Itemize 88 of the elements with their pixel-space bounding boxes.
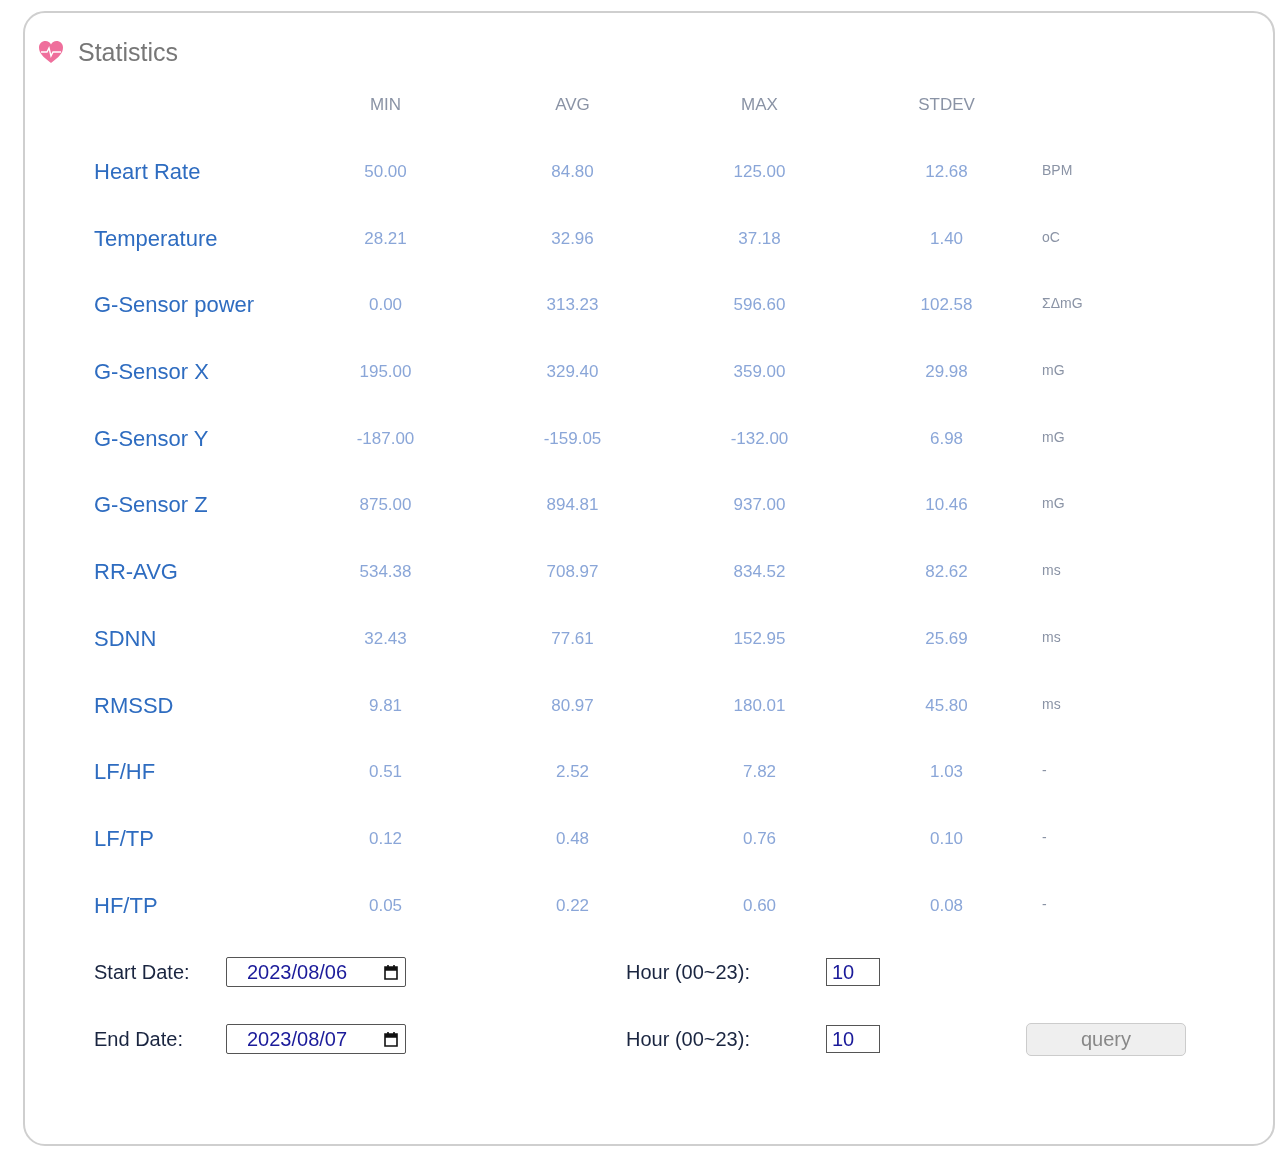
table-cell: 1.03 xyxy=(929,762,964,782)
calendar-icon[interactable] xyxy=(383,1031,399,1048)
table-cell: 28.21 xyxy=(364,228,407,248)
table-cell: 152.95 xyxy=(733,628,786,648)
table-cell: 6.98 xyxy=(929,428,964,448)
column-header: AVG xyxy=(554,95,591,116)
metric-label: LF/HF xyxy=(94,759,156,785)
table-cell: 29.98 xyxy=(925,362,968,382)
table-cell: 359.00 xyxy=(733,362,786,382)
unit-label: ms xyxy=(1042,628,1061,645)
table-cell: 894.81 xyxy=(546,495,599,515)
table-cell: 37.18 xyxy=(738,228,781,248)
table-cell: 596.60 xyxy=(733,295,786,315)
table-cell: 329.40 xyxy=(546,362,599,382)
table-cell: -132.00 xyxy=(730,428,789,448)
date-field[interactable]: 2023/08/06 xyxy=(226,957,406,988)
table-cell: 875.00 xyxy=(359,495,412,515)
unit-label: ΣΔmG xyxy=(1042,295,1083,312)
table-cell: 0.08 xyxy=(929,895,964,915)
unit-label: BPM xyxy=(1042,162,1073,179)
metric-label: RR-AVG xyxy=(94,559,178,585)
unit-label: ms xyxy=(1042,695,1061,712)
table-cell: 80.97 xyxy=(551,695,594,715)
table-cell: 1.40 xyxy=(929,228,964,248)
table-cell: -159.05 xyxy=(543,428,602,448)
table-cell: 125.00 xyxy=(733,162,786,182)
table-cell: 0.22 xyxy=(555,895,590,915)
column-header: MAX xyxy=(740,95,779,116)
metric-label: Heart Rate xyxy=(94,159,201,185)
hour-field[interactable]: 10 xyxy=(826,958,880,987)
table-cell: 7.82 xyxy=(742,762,777,782)
card-title: Statistics xyxy=(78,37,179,67)
unit-label: mG xyxy=(1042,428,1065,445)
metric-label: G-Sensor Z xyxy=(94,492,208,518)
heart-icon xyxy=(38,40,64,64)
table-cell: 0.76 xyxy=(742,828,777,848)
unit-label: oC xyxy=(1042,228,1060,245)
table-cell: 25.69 xyxy=(925,628,968,648)
hour-field[interactable]: 10 xyxy=(826,1025,880,1054)
table-cell: 708.97 xyxy=(546,562,599,582)
table-cell: 0.60 xyxy=(742,895,777,915)
table-cell: 32.96 xyxy=(551,228,594,248)
table-cell: 84.80 xyxy=(551,162,594,182)
unit-label: - xyxy=(1042,895,1047,912)
table-cell: 0.10 xyxy=(929,828,964,848)
table-cell: -187.00 xyxy=(356,428,415,448)
metric-label: G-Sensor Y xyxy=(94,425,209,451)
metric-label: Temperature xyxy=(94,225,218,251)
metric-label: RMSSD xyxy=(94,692,174,718)
table-cell: 0.12 xyxy=(368,828,403,848)
table-cell: 834.52 xyxy=(733,562,786,582)
hour-label: Hour (00~23): xyxy=(626,1027,750,1050)
table-cell: 77.61 xyxy=(551,628,594,648)
table-cell: 45.80 xyxy=(925,695,968,715)
table-cell: 195.00 xyxy=(359,362,412,382)
table-cell: 32.43 xyxy=(364,628,407,648)
unit-label: mG xyxy=(1042,495,1065,512)
table-cell: 937.00 xyxy=(733,495,786,515)
calendar-icon[interactable] xyxy=(383,964,399,981)
unit-label: - xyxy=(1042,762,1047,779)
table-cell: 180.01 xyxy=(733,695,786,715)
table-cell: 0.51 xyxy=(368,762,403,782)
table-cell: 12.68 xyxy=(925,162,968,182)
metric-label: G-Sensor power xyxy=(94,292,255,318)
table-cell: 10.46 xyxy=(925,495,968,515)
column-header: MIN xyxy=(368,95,403,116)
table-cell: 82.62 xyxy=(925,562,968,582)
metric-label: LF/TP xyxy=(94,825,154,851)
unit-label: ms xyxy=(1042,562,1061,579)
hour-label: Hour (00~23): xyxy=(626,960,750,983)
table-cell: 313.23 xyxy=(546,295,599,315)
table-cell: 2.52 xyxy=(555,762,590,782)
column-header: STDEV xyxy=(917,95,976,116)
table-cell: 0.00 xyxy=(368,295,403,315)
metric-label: G-Sensor X xyxy=(94,359,209,385)
table-cell: 102.58 xyxy=(920,295,973,315)
unit-label: mG xyxy=(1042,362,1065,379)
date-label: Start Date: xyxy=(94,960,190,983)
metric-label: SDNN xyxy=(94,625,157,651)
table-cell: 534.38 xyxy=(359,562,412,582)
unit-label: - xyxy=(1042,828,1047,845)
date-label: End Date: xyxy=(94,1027,183,1050)
metric-label: HF/TP xyxy=(94,892,158,918)
table-cell: 0.48 xyxy=(555,828,590,848)
date-field[interactable]: 2023/08/07 xyxy=(226,1024,406,1055)
table-cell: 0.05 xyxy=(368,895,403,915)
table-cell: 9.81 xyxy=(368,695,403,715)
table-cell: 50.00 xyxy=(364,162,407,182)
